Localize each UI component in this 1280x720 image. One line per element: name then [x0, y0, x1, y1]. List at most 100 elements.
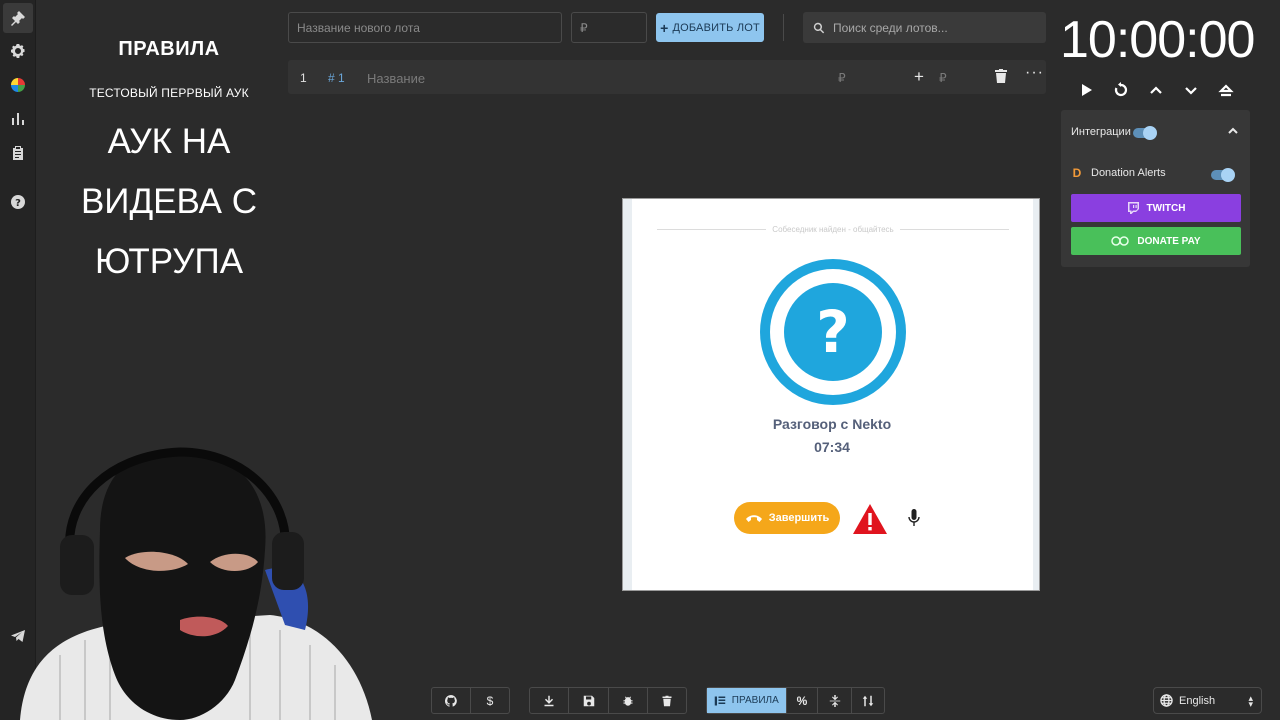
eject-icon — [1218, 84, 1234, 97]
twitch-button[interactable]: TWITCH — [1071, 194, 1241, 222]
links-toolbar: $ — [431, 687, 510, 714]
donatepay-icon — [1111, 236, 1130, 246]
microphone-icon[interactable] — [907, 508, 921, 528]
conversation-title: Разговор с Nekto — [772, 416, 892, 432]
view-toolbar: ПРАВИЛА % — [706, 687, 885, 714]
help-nav[interactable]: ? — [8, 192, 28, 212]
pie-chart-icon — [11, 78, 25, 92]
question-mark-icon: ? — [784, 283, 882, 381]
help-icon: ? — [11, 195, 25, 209]
rules-subtitle: ТЕСТОВЫЙ ПЕРРВЫЙ АУК — [89, 86, 249, 100]
sort-button[interactable] — [852, 688, 884, 713]
github-button[interactable] — [432, 688, 471, 713]
search-icon — [813, 22, 825, 33]
settings-nav[interactable] — [8, 41, 28, 61]
lot-name-field[interactable]: Название — [367, 71, 425, 86]
language-select[interactable]: English ▴ ▾ — [1153, 687, 1262, 714]
call-duration: 07:34 — [814, 439, 850, 455]
hangup-icon — [745, 515, 762, 522]
reset-icon — [1114, 82, 1128, 97]
download-button[interactable] — [530, 688, 569, 713]
trash-icon — [662, 695, 672, 706]
lot-amount-input[interactable] — [571, 12, 647, 43]
compress-icon — [829, 694, 841, 707]
divider — [899, 229, 1010, 230]
chevron-down-icon — [1185, 87, 1197, 95]
toolbar-divider — [783, 14, 784, 41]
bug-report-button[interactable] — [609, 688, 648, 713]
save-icon — [583, 695, 594, 706]
plus-icon: + — [660, 19, 669, 36]
lot-search[interactable] — [803, 12, 1046, 43]
add-lot-label: ДОБАВИТЬ ЛОТ — [672, 21, 760, 34]
rules-body: АУК НА ВИДЕВА С ЮТРУПА — [80, 122, 258, 281]
divider — [657, 229, 767, 230]
stats-nav[interactable] — [8, 109, 28, 129]
data-toolbar — [529, 687, 687, 714]
timer-subtract-button[interactable] — [1181, 80, 1201, 100]
wheel-nav[interactable] — [8, 75, 28, 95]
donation-alerts-label: Donation Alerts — [1091, 167, 1166, 179]
lot-row: 1 # 1 Название ₽ + ₽ ··· — [288, 60, 1046, 94]
timer-display: 10:00:00 — [1060, 11, 1255, 69]
trash-icon — [995, 69, 1007, 83]
webcam-feed — [20, 447, 372, 720]
lot-name-input[interactable] — [288, 12, 562, 43]
play-icon — [1082, 84, 1092, 96]
add-lot-button[interactable]: + ДОБАВИТЬ ЛОТ — [656, 13, 764, 42]
rules-toggle-button[interactable]: ПРАВИЛА — [707, 688, 787, 713]
github-icon — [445, 694, 457, 707]
end-call-button[interactable]: Завершить — [734, 502, 840, 534]
rules-title: ПРАВИЛА — [118, 38, 220, 60]
lot-id-tag[interactable]: # 1 — [328, 71, 345, 85]
timer-play-button[interactable] — [1076, 80, 1096, 100]
globe-icon — [1160, 694, 1173, 707]
twitch-icon — [1127, 202, 1139, 214]
percent-button[interactable]: % — [787, 688, 819, 713]
lot-delete-button[interactable] — [995, 69, 1007, 86]
chevron-up-icon — [1150, 86, 1162, 94]
sort-icon — [862, 695, 874, 706]
found-banner: Собеседник найден - общайтесь — [657, 225, 1010, 234]
donate-button[interactable]: $ — [471, 688, 509, 713]
timer-add-button[interactable] — [1146, 80, 1166, 100]
lot-add-amount-plus-icon[interactable]: + — [914, 67, 924, 87]
nekto-call-window: Собеседник найден - общайтесь ? Разговор… — [622, 198, 1040, 591]
donation-alerts-toggle[interactable] — [1211, 168, 1235, 182]
rules-toggle-label: ПРАВИЛА — [731, 695, 779, 706]
rules-panel: ПРАВИЛА ТЕСТОВЫЙ ПЕРРВЫЙ АУК АУК НА ВИДЕ… — [36, 0, 302, 300]
window-edge — [1033, 199, 1039, 590]
save-button[interactable] — [569, 688, 609, 713]
integrations-toggle[interactable] — [1133, 126, 1157, 140]
donation-alerts-row: D Donation Alerts — [1071, 166, 1166, 180]
download-icon — [544, 695, 554, 706]
bug-icon — [623, 696, 633, 706]
timer-reset-button[interactable] — [1111, 80, 1131, 100]
timer-double-button[interactable] — [1216, 80, 1236, 100]
report-warning-icon[interactable] — [852, 503, 888, 535]
lot-index: 1 — [300, 71, 307, 85]
clear-lots-button[interactable] — [648, 688, 686, 713]
compress-button[interactable] — [818, 688, 853, 713]
donatepay-button[interactable]: DONATE PAY — [1071, 227, 1241, 255]
lot-more-icon[interactable]: ··· — [1025, 64, 1044, 82]
lot-add-amount-field[interactable]: ₽ — [939, 71, 947, 85]
collapse-button[interactable] — [1227, 124, 1239, 136]
lot-amount-field[interactable]: ₽ — [838, 71, 846, 85]
search-input[interactable] — [833, 20, 1033, 35]
select-arrows-icon: ▴ ▾ — [1248, 693, 1253, 709]
bar-chart-icon — [12, 113, 24, 125]
found-text: Собеседник найден - общайтесь — [772, 225, 894, 234]
chevron-up-icon — [1228, 127, 1238, 134]
end-call-label: Завершить — [768, 512, 830, 524]
gear-icon — [11, 44, 25, 58]
language-value: English — [1179, 694, 1216, 707]
donatepay-label: DONATE PAY — [1137, 235, 1201, 247]
history-nav[interactable] — [8, 143, 28, 163]
window-edge — [623, 199, 632, 590]
auction-nav[interactable] — [3, 3, 33, 33]
clipboard-icon — [13, 146, 23, 160]
svg-text:?: ? — [15, 198, 21, 209]
anonymous-avatar: ? — [760, 259, 906, 405]
donation-alerts-icon: D — [1072, 166, 1082, 180]
